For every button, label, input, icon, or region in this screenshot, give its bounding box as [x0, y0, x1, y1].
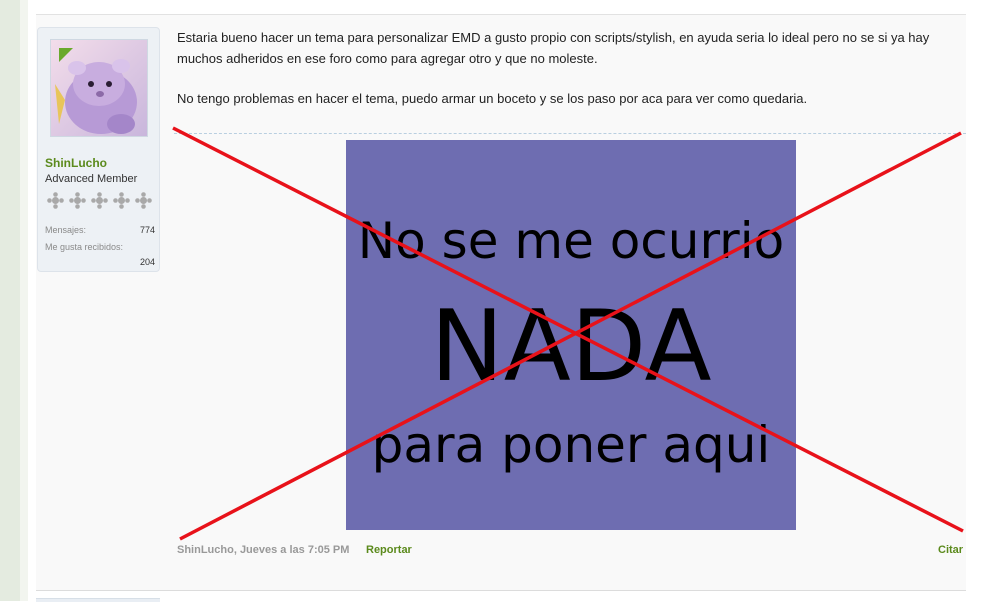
next-post-edge: [36, 598, 160, 602]
post-author-link[interactable]: ShinLucho: [177, 544, 234, 556]
quote-link[interactable]: Citar: [938, 544, 963, 556]
post-meta: ShinLucho, Jueves a las 7:05 PM: [177, 544, 349, 556]
forum-sidebar-strip: [0, 0, 21, 601]
post-date[interactable]: , Jueves a las 7:05 PM: [234, 544, 350, 556]
cross-out-icon: [172, 126, 964, 541]
report-link[interactable]: Reportar: [366, 544, 412, 556]
forum-post: ShinLucho Advanced Member Mensajes: 774 …: [36, 15, 966, 591]
forum-sidebar-gap: [20, 0, 28, 601]
